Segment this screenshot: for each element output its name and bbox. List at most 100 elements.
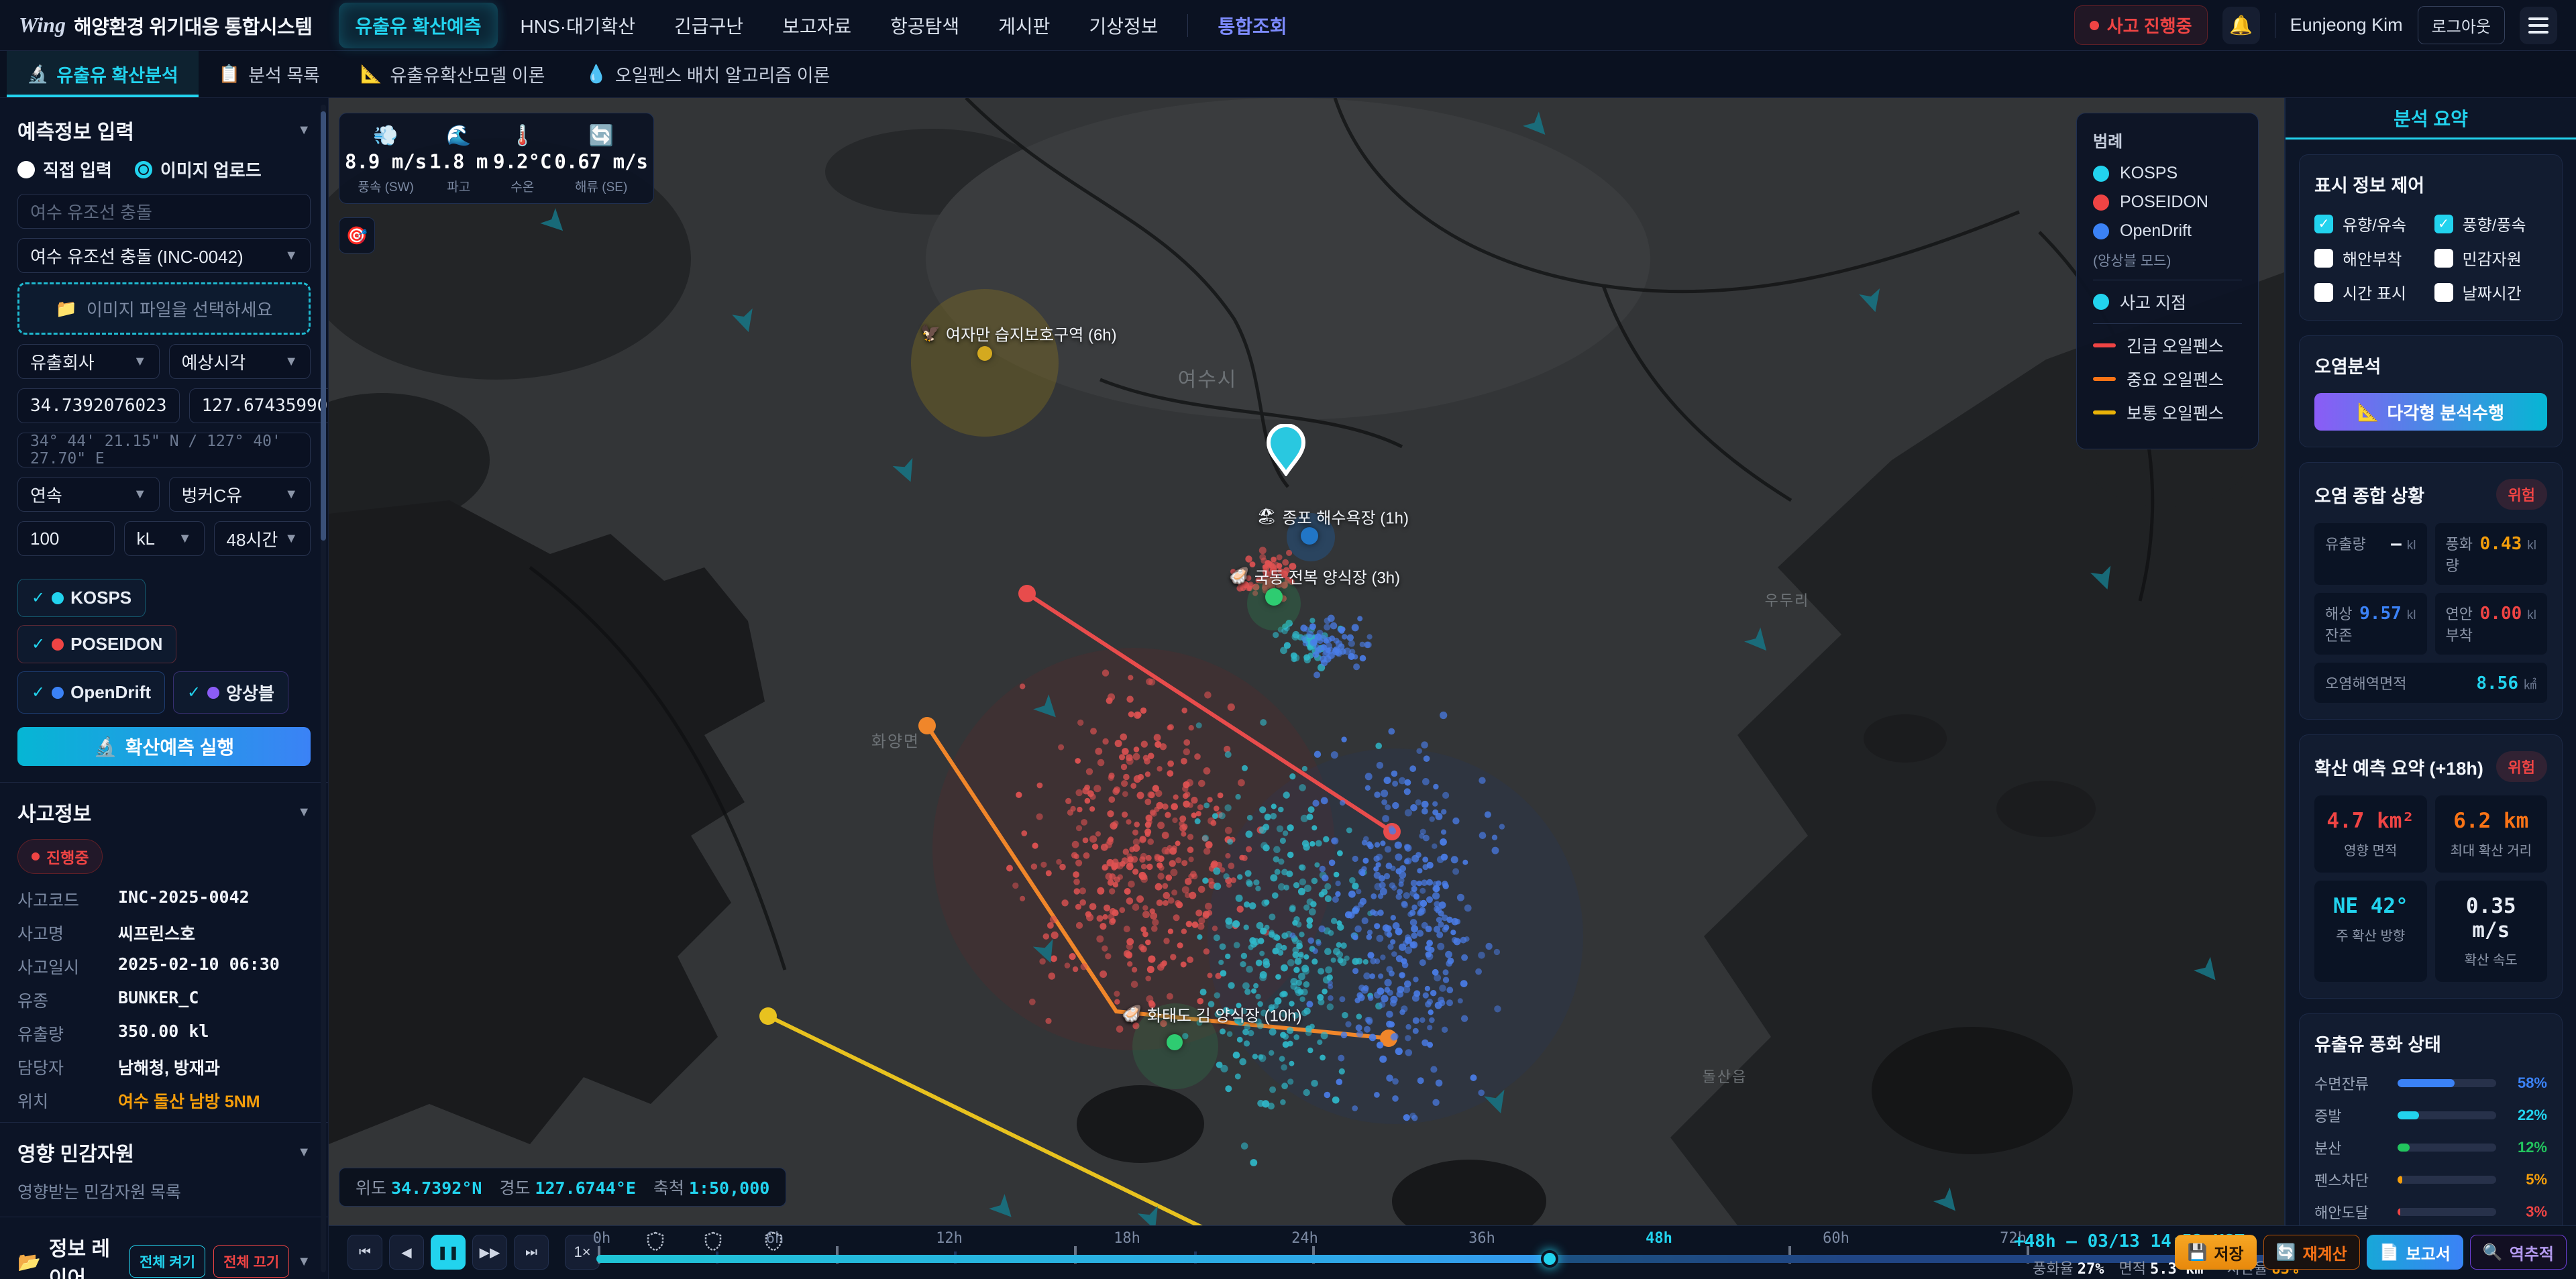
city-label-우두리: 우두리 xyxy=(1765,589,1810,610)
model-chip-앙상블[interactable]: ✓앙상블 xyxy=(173,671,288,714)
nav-item-긴급구난[interactable]: 긴급구난 xyxy=(658,3,759,48)
skip-start-button[interactable]: ⏮ xyxy=(347,1235,382,1270)
tab-icon: 💧 xyxy=(585,64,606,85)
polygon-analysis-button[interactable]: 📐 다각형 분석수행 xyxy=(2314,393,2547,431)
save-button[interactable]: 💾저장 xyxy=(2175,1235,2257,1270)
check-icon: ✓ xyxy=(187,683,201,702)
notifications-button[interactable]: 🔔 xyxy=(2222,7,2260,44)
legend-label: 긴급 오일펜스 xyxy=(2127,333,2224,357)
dms-readout: 34° 44' 21.15" N / 127° 40' 27.70" E xyxy=(17,433,311,467)
nav-separator xyxy=(1187,14,1188,37)
step-back-button[interactable]: ◀ xyxy=(389,1235,424,1270)
longitude-input[interactable]: 127.674359903 xyxy=(189,388,329,423)
check-label: 유향/유속 xyxy=(2343,212,2406,235)
all-layers-on-button[interactable]: 전체 켜기 xyxy=(129,1245,205,1278)
unit-select[interactable]: kL▼ xyxy=(124,521,205,556)
tab-분석목록[interactable]: 📋분석 목록 xyxy=(199,51,340,97)
weather-value: 9.2°C xyxy=(490,150,554,173)
stat-해상잔존: 해상잔존9.57kl xyxy=(2314,593,2427,655)
sidebar-scrollbar[interactable] xyxy=(321,105,326,1272)
weather-icon: 🌊 xyxy=(427,124,490,148)
tab-오일펜스배치알고리즘이론[interactable]: 💧오일펜스 배치 알고리즘 이론 xyxy=(565,51,850,97)
check-풍향풍속[interactable]: ✓풍향/풍속 xyxy=(2434,212,2548,235)
row-value: INC-2025-0042 xyxy=(118,887,250,911)
collapse-icon[interactable]: ▼ xyxy=(297,1145,311,1160)
map-legend: 범례 KOSPSPOSEIDONOpenDrift (앙상블 모드) 사고 지점… xyxy=(2076,113,2259,449)
tick-label-36h: 36h xyxy=(1468,1230,1495,1247)
weathering-증발: 증발22% xyxy=(2314,1105,2547,1126)
amount-input[interactable]: 100 xyxy=(17,521,115,556)
check-유향유속[interactable]: ✓유향/유속 xyxy=(2314,212,2428,235)
nav-item-보고자료[interactable]: 보고자료 xyxy=(766,3,867,48)
recalc-button[interactable]: 🔄재계산 xyxy=(2263,1235,2360,1270)
fast-forward-button[interactable]: ▶▶ xyxy=(472,1235,507,1270)
predict-input-title: 예측정보 입력 xyxy=(17,115,134,145)
nav-item-항공탐색[interactable]: 항공탐색 xyxy=(874,3,975,48)
map-canvas[interactable]: 💨8.9 m/s풍속 (SW)🌊1.8 m파고🌡️9.2°C수온🔄0.67 m/… xyxy=(329,98,2284,1225)
recenter-target-button[interactable]: 🎯 xyxy=(339,217,375,254)
pause-button[interactable]: ❚❚ xyxy=(431,1235,466,1270)
bar-label: 해안도달 xyxy=(2314,1201,2388,1223)
checkbox-icon xyxy=(2434,249,2453,268)
check-시간표시[interactable]: 시간 표시 xyxy=(2314,280,2428,304)
backtrack-button[interactable]: 🔍역추적 xyxy=(2470,1235,2567,1270)
nav-item-유출유확산예측[interactable]: 유출유 확산예측 xyxy=(339,3,497,48)
collapse-icon[interactable]: ▼ xyxy=(297,805,311,820)
tile-value: 4.7 km² xyxy=(2321,809,2420,833)
check-해안부착[interactable]: 해안부착 xyxy=(2314,246,2428,270)
incident-search-input[interactable]: 여수 유조선 충돌 xyxy=(17,194,311,229)
spill-type-select[interactable]: 연속▼ xyxy=(17,477,160,512)
timeline-thumb[interactable] xyxy=(1541,1250,1558,1268)
company-select[interactable]: 유출회사▼ xyxy=(17,344,160,379)
menu-button[interactable] xyxy=(2520,7,2557,44)
site-name: 여자만 습지보호구역 (6h) xyxy=(946,322,1117,345)
stat-value: 8.56 xyxy=(2476,673,2518,693)
check-icon: ✓ xyxy=(32,634,45,654)
model-color-dot xyxy=(52,638,64,651)
nav-item-기상정보[interactable]: 기상정보 xyxy=(1073,3,1174,48)
image-upload-dropzone[interactable]: 📁 이미지 파일을 선택하세요 xyxy=(17,282,311,335)
collapse-icon[interactable]: ▼ xyxy=(297,123,311,138)
logout-button[interactable]: 로그아웃 xyxy=(2418,6,2505,44)
bar-label: 증발 xyxy=(2314,1105,2388,1126)
check-민감자원[interactable]: 민감자원 xyxy=(2434,246,2548,270)
weathering-해안도달: 해안도달 3% xyxy=(2314,1201,2547,1223)
model-chip-KOSPS[interactable]: ✓KOSPS xyxy=(17,579,146,617)
radio-직접입력[interactable]: 직접 입력 xyxy=(17,157,112,182)
collapse-icon[interactable]: ▼ xyxy=(297,1254,311,1270)
model-chip-OpenDrift[interactable]: ✓OpenDrift xyxy=(17,671,165,714)
analysis-summary-panel: 분석 요약 표시 정보 제어 ✓유향/유속✓풍향/풍속해안부착민감자원시간 표시… xyxy=(2284,98,2576,1225)
tab-icon: 🔬 xyxy=(27,64,48,85)
nav-item-통합조회[interactable]: 통합조회 xyxy=(1201,3,1303,48)
stat-label: 풍화량 xyxy=(2446,533,2480,575)
incident-pin[interactable] xyxy=(1265,424,1307,476)
bar-fill xyxy=(2398,1208,2400,1216)
fence-anchor-dot xyxy=(918,717,936,734)
oil-type-select[interactable]: 벙커C유▼ xyxy=(169,477,311,512)
latitude-input[interactable]: 34.7392076023 xyxy=(17,388,180,423)
nav-item-게시판[interactable]: 게시판 xyxy=(982,3,1066,48)
forecast-tile-최대 확산 거리: 6.2 km최대 확산 거리 xyxy=(2435,795,2548,873)
bar-percent: 3% xyxy=(2506,1203,2547,1221)
expected-time-select[interactable]: 예상시각▼ xyxy=(169,344,311,379)
skip-end-button[interactable]: ⏭ xyxy=(514,1235,549,1270)
tab-유출유확산분석[interactable]: 🔬유출유 확산분석 xyxy=(7,51,199,97)
forecast-tile-영향 면적: 4.7 km²영향 면적 xyxy=(2314,795,2427,873)
site-label-종포 해수욕장 (1h): 🏖종포 해수욕장 (1h) xyxy=(1256,505,1409,529)
duration-select[interactable]: 48시간▼ xyxy=(214,521,311,556)
incident-select[interactable]: 여수 유조선 충돌 (INC-0042) ▼ xyxy=(17,238,311,273)
tab-유출유확산모델이론[interactable]: 📐유출유확산모델 이론 xyxy=(340,51,565,97)
status-dot-icon xyxy=(2090,21,2099,30)
all-layers-off-button[interactable]: 전체 끄기 xyxy=(213,1245,289,1278)
radio-이미지업로드[interactable]: 이미지 업로드 xyxy=(135,157,262,182)
legend-label: KOSPS xyxy=(2120,164,2178,183)
run-forecast-button[interactable]: 🔬 확산예측 실행 xyxy=(17,727,311,766)
stat-key: 면적 xyxy=(2118,1260,2145,1277)
weather-label: 파고 xyxy=(427,177,490,195)
check-날짜시간[interactable]: 날짜시간 xyxy=(2434,280,2548,304)
site-name: 국동 전복 양식장 (3h) xyxy=(1254,565,1400,588)
report-button[interactable]: 📄보고서 xyxy=(2367,1235,2463,1270)
nav-item-HNS·대기확산[interactable]: HNS·대기확산 xyxy=(504,3,651,48)
bar-fill xyxy=(2398,1111,2419,1119)
model-chip-POSEIDON[interactable]: ✓POSEIDON xyxy=(17,625,176,663)
